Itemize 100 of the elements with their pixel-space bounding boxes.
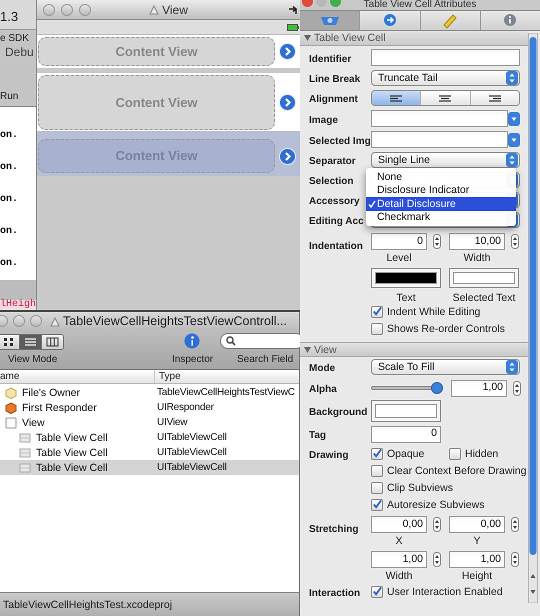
arrow-icon[interactable]: [288, 6, 298, 15]
field-label: Selection: [309, 176, 354, 187]
view-mode-segment[interactable]: [41, 335, 63, 349]
check-icon: [372, 448, 382, 459]
view-mode-segment[interactable]: [19, 335, 41, 349]
section-header[interactable]: Table View Cell: [300, 31, 528, 46]
popup-button[interactable]: Single Line: [371, 152, 520, 168]
inspector-tab[interactable]: [359, 11, 420, 30]
checkbox-label: Opaque: [387, 448, 424, 460]
number-field[interactable]: 1,00: [449, 551, 505, 568]
checkbox[interactable]: [371, 498, 383, 510]
view-icon: [19, 462, 31, 474]
checkbox-label: Clear Context Before Drawing: [387, 464, 526, 476]
check-icon: [368, 200, 376, 208]
outline-row[interactable]: Table View Cell UITableViewCell: [0, 460, 299, 475]
menu-item[interactable]: None: [366, 170, 516, 184]
checkbox[interactable]: [371, 448, 383, 460]
combo-field[interactable]: [371, 131, 508, 148]
number-field[interactable]: 0,00: [371, 516, 427, 533]
number-field[interactable]: 0,00: [449, 516, 505, 533]
object-name: Table View Cell: [36, 462, 108, 474]
check-icon: [372, 499, 382, 510]
field-label: Background: [309, 407, 368, 418]
checkbox-label: Clip Subviews: [387, 482, 453, 494]
inspector-tab[interactable]: [420, 11, 480, 30]
checkbox[interactable]: [371, 322, 383, 334]
menu-item[interactable]: Detail Disclosure: [366, 197, 516, 210]
object-type: UITableViewCell: [156, 432, 227, 444]
checkbox[interactable]: [371, 306, 383, 318]
color-well[interactable]: [371, 268, 441, 288]
outline-row[interactable]: First Responder UIResponder: [0, 400, 299, 415]
checkbox[interactable]: [371, 482, 383, 494]
stepper-icon[interactable]: [511, 552, 519, 567]
stepper-icon[interactable]: [511, 234, 519, 249]
field-label: Indentation: [309, 241, 363, 252]
field-label: Image: [309, 114, 338, 126]
color-well[interactable]: [371, 400, 441, 422]
toolbar-label: Debu: [4, 45, 35, 59]
stepper-icon[interactable]: [433, 517, 441, 532]
text-field[interactable]: [371, 49, 520, 66]
color-well[interactable]: [449, 268, 519, 288]
popup-button[interactable]: Scale To Fill: [371, 359, 520, 375]
align-center-icon: [437, 94, 454, 102]
segmented-control[interactable]: [0, 334, 64, 350]
view-icon: [19, 446, 31, 458]
number-field[interactable]: 1,00: [451, 380, 507, 396]
outline-row[interactable]: Table View Cell UITableViewCell: [0, 445, 299, 460]
menu-item[interactable]: Disclosure Indicator: [366, 184, 516, 197]
object-type: UITableViewCell: [156, 462, 227, 474]
stepper-icon[interactable]: [433, 552, 441, 567]
document-icon: [149, 4, 160, 15]
section-header[interactable]: View: [300, 342, 528, 357]
text-field[interactable]: 0: [371, 426, 441, 442]
window-title: 1.3: [0, 10, 18, 24]
alignment-segment[interactable]: [372, 91, 420, 105]
segmented-control[interactable]: [371, 90, 520, 106]
alignment-segment[interactable]: [420, 91, 470, 105]
column-header[interactable]: ame: [0, 370, 155, 383]
checkbox[interactable]: [449, 448, 461, 460]
section-title: View: [314, 344, 337, 356]
disclosure-button-icon[interactable]: [279, 148, 296, 164]
column-header[interactable]: Type: [155, 370, 299, 383]
checkbox[interactable]: [371, 464, 383, 476]
outline-row[interactable]: File's Owner TableViewCellHeightsTestViewC: [0, 385, 299, 400]
combo-field[interactable]: [371, 110, 508, 127]
disclosure-button-icon[interactable]: [279, 94, 296, 111]
inspector-tab[interactable]: [480, 11, 540, 30]
view-mode-segment[interactable]: [0, 335, 19, 349]
field-label: Mode: [309, 363, 336, 374]
checkbox[interactable]: [371, 586, 383, 598]
field-caption: Height: [460, 570, 494, 582]
info-icon[interactable]: [184, 333, 200, 349]
popup-button[interactable]: Truncate Tail: [371, 70, 520, 86]
outline-row[interactable]: Table View Cell UITableViewCell: [0, 430, 299, 445]
disclosure-button-icon[interactable]: [279, 43, 296, 60]
object-name: Table View Cell: [36, 432, 108, 444]
scrollbar[interactable]: [528, 33, 538, 603]
alignment-segment[interactable]: [470, 91, 519, 105]
checkbox-label: Indent While Editing: [387, 306, 480, 318]
columns-icon: [46, 336, 59, 348]
popup-arrows-icon: [506, 71, 518, 85]
view-icon: [19, 432, 31, 444]
number-field[interactable]: 0: [371, 233, 427, 250]
field-label: Alpha: [309, 384, 337, 395]
toolbar-label: Run: [0, 91, 20, 103]
stepper-icon[interactable]: [511, 517, 519, 532]
menu-item[interactable]: Checkmark: [366, 210, 516, 224]
outline-row[interactable]: View UIView: [0, 415, 299, 430]
cube-icon: [5, 402, 17, 414]
number-field[interactable]: 10,00: [449, 233, 505, 250]
stepper-icon[interactable]: [513, 380, 521, 396]
window-title: Table View Cell Attributes: [364, 0, 476, 10]
field-label: Drawing: [309, 450, 348, 460]
slider[interactable]: [371, 382, 443, 394]
toolbar-label: e SDK: [0, 33, 30, 45]
stepper-icon[interactable]: [433, 234, 441, 249]
grid-icon: [2, 336, 14, 348]
toolbar-label: Inspector: [172, 354, 214, 366]
number-field[interactable]: 1,00: [371, 551, 427, 568]
slider-thumb[interactable]: [431, 382, 443, 394]
